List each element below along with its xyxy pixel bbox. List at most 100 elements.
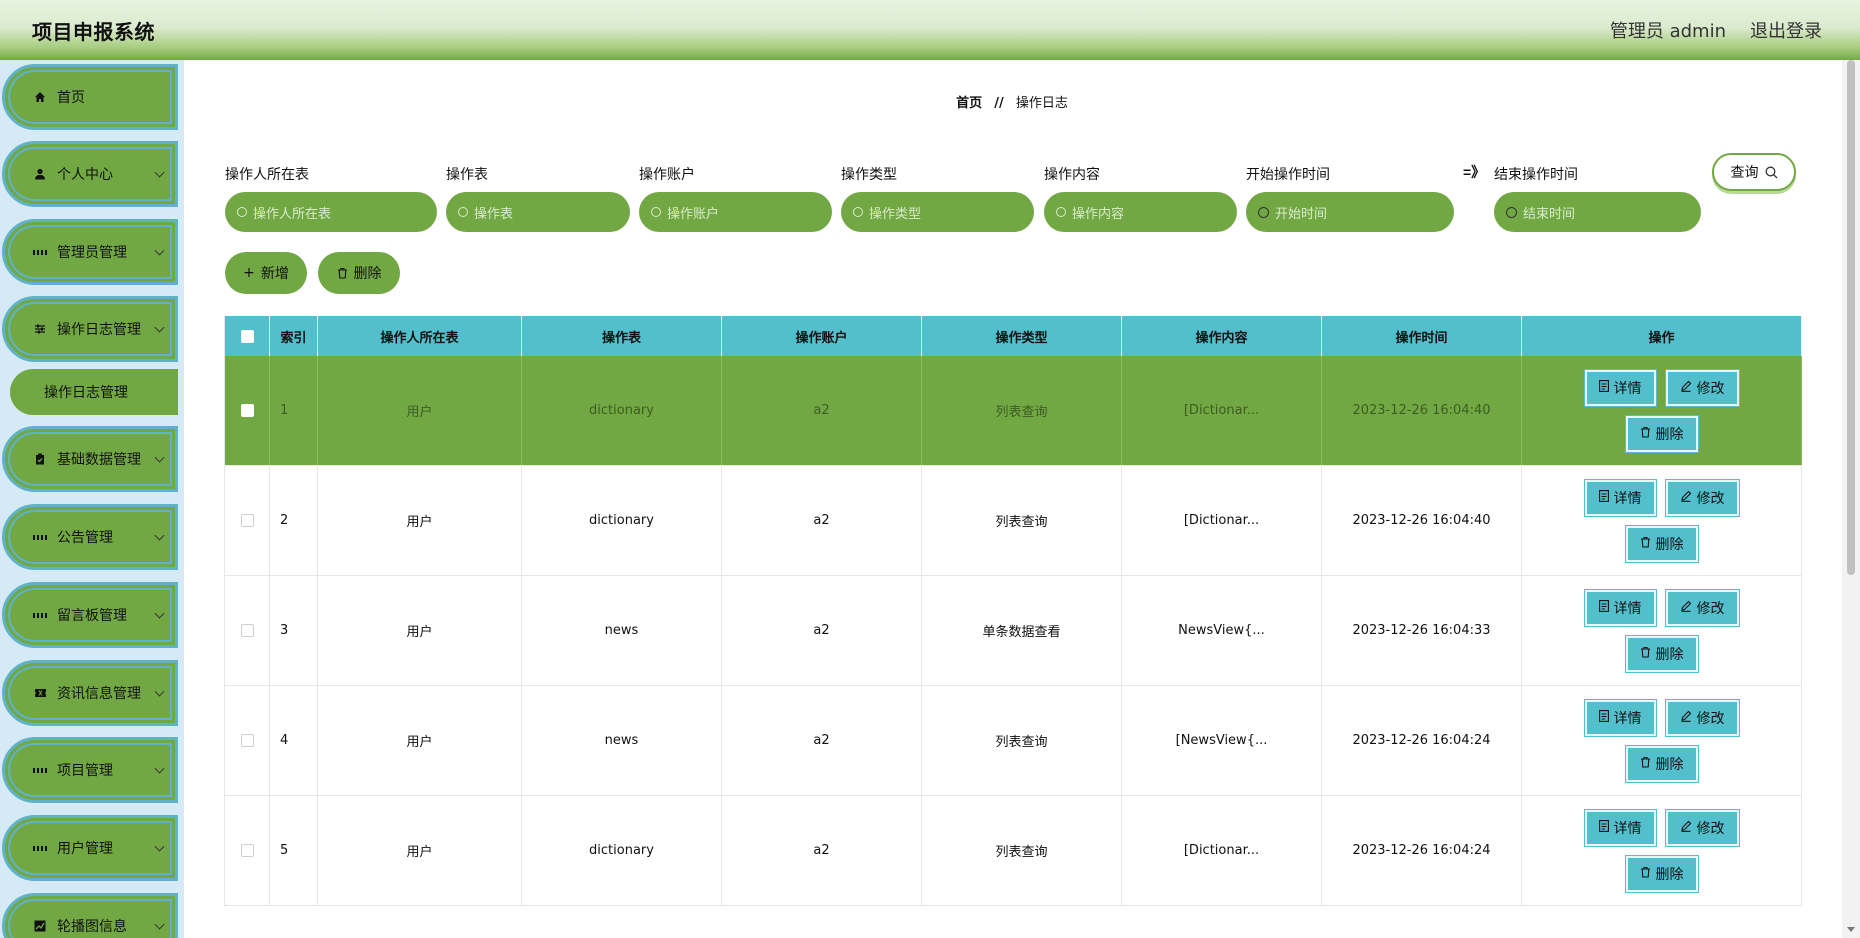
edit-button-label: 修改 [1696,380,1725,397]
filter-input-type[interactable]: 操作类型 [841,192,1034,232]
table-row[interactable]: 1 用户 dictionary a2 列表查询 [Dictionar... 2023-12-… [224,356,1802,466]
sidebar-item-profile[interactable]: 个人中心 [2,141,178,207]
cell-index: 5 [270,796,318,905]
row-checkbox[interactable] [240,404,254,417]
row-select-cell [224,686,270,795]
table-row[interactable]: 2 用户 dictionary a2 列表查询 [Dictionar... 2023-12-… [224,466,1802,576]
row-delete-button[interactable]: 删除 [1624,524,1699,563]
detail-button[interactable]: 详情 [1583,478,1657,517]
scroll-down-arrow[interactable] [1847,927,1855,932]
detail-button-label: 详情 [1613,600,1642,617]
edit-button[interactable]: 修改 [1664,478,1740,517]
batch-delete-button[interactable]: 删除 [318,252,400,294]
chevron-down-icon [154,763,165,774]
placeholder: 操作类型 [869,206,922,222]
edit-button[interactable]: 修改 [1664,808,1740,847]
table-row[interactable]: 4 用户 news a2 列表查询 [NewsView{... 2023-12-26 16:… [224,686,1802,796]
sidebar-item-users[interactable]: 用户管理 [2,815,178,881]
sidebar-item-admin[interactable]: 管理员管理 [2,219,178,285]
trash-icon [1640,426,1651,441]
edit-icon [1680,490,1692,505]
search-icon [1056,207,1066,217]
filter-label-op-table: 操作表 [446,167,488,183]
trash-icon [1640,866,1651,881]
filter-label-user-table: 操作人所在表 [225,167,309,183]
delete-button-label: 删除 [1655,756,1684,773]
row-checkbox[interactable] [240,624,254,637]
filter-label-account: 操作账户 [639,167,695,183]
table-header: 索引 操作人所在表 操作表 操作账户 操作类型 操作内容 操作时间 操作 [224,316,1802,356]
filter-label-start-time: 开始操作时间 [1246,167,1330,183]
sidebar-item-basedata[interactable]: 基础数据管理 [2,426,178,492]
cell-user-table: 用户 [318,796,522,905]
cell-actions: 详情 修改删除 [1522,576,1802,685]
search-button[interactable]: 查询 [1712,153,1796,191]
cell-actions: 详情 修改删除 [1522,466,1802,575]
column-header: 操作 [1522,316,1802,356]
grid-icon [33,841,47,855]
chart-icon [33,919,47,933]
edit-button[interactable]: 修改 [1664,698,1740,737]
chevron-down-icon [154,322,165,333]
scrollbar-thumb[interactable] [1847,60,1855,575]
select-all-checkbox[interactable] [240,329,254,343]
document-icon [1598,710,1609,725]
sliders-icon [33,322,47,336]
filter-input-content[interactable]: 操作内容 [1044,192,1237,232]
sidebar-item-home[interactable]: 首页 [2,64,178,130]
delete-button-label: 删除 [353,266,382,282]
oplog-table: 索引 操作人所在表 操作表 操作账户 操作类型 操作内容 操作时间 操作 1 用户… [224,316,1802,906]
row-checkbox[interactable] [240,844,254,857]
sidebar-item-messageboard[interactable]: 留言板管理 [2,582,178,648]
cell-index: 2 [270,466,318,575]
filter-input-start-time[interactable]: 开始时间 [1246,192,1454,232]
cell-index: 1 [270,356,318,465]
sidebar-item-carousel[interactable]: 轮播图信息 [2,893,178,938]
detail-button[interactable]: 详情 [1583,588,1657,627]
row-delete-button[interactable]: 删除 [1624,414,1699,453]
cell-time: 2023-12-26 16:04:40 [1322,466,1522,575]
ticket-icon [33,686,47,700]
cell-type: 单条数据查看 [922,576,1122,685]
placeholder: 操作账户 [667,206,720,222]
cell-content: [Dictionar... [1122,466,1322,575]
column-header: 操作类型 [922,316,1122,356]
cell-content: [Dictionar... [1122,356,1322,465]
sidebar-item-news[interactable]: 资讯信息管理 [2,660,178,726]
sidebar-item-label: 首页 [57,90,85,106]
add-button[interactable]: + 新增 [225,252,307,294]
row-delete-button[interactable]: 删除 [1624,634,1699,673]
cell-op-table: news [522,686,722,795]
breadcrumb: 首页 // 操作日志 [184,92,1840,111]
row-delete-button[interactable]: 删除 [1624,854,1699,893]
breadcrumb-home[interactable]: 首页 [956,96,982,111]
filter-input-end-time[interactable]: 结束时间 [1494,192,1701,232]
grid-icon [33,530,47,544]
table-row[interactable]: 3 用户 news a2 单条数据查看 NewsView{... 2023-12-26 16… [224,576,1802,686]
page-scrollbar[interactable] [1842,60,1860,938]
table-row[interactable]: 5 用户 dictionary a2 列表查询 [Dictionar... 2023-12-… [224,796,1802,906]
edit-button[interactable]: 修改 [1664,368,1740,407]
cell-content: NewsView{... [1122,576,1322,685]
row-checkbox[interactable] [240,514,254,527]
filter-input-op-table[interactable]: 操作表 [446,192,630,232]
logout-link[interactable]: 退出登录 [1750,17,1822,43]
filter-input-user-table[interactable]: 操作人所在表 [225,192,437,232]
sidebar-item-oplog[interactable]: 操作日志管理 [2,296,178,362]
main-content: 首页 // 操作日志 操作人所在表 操作人所在表 操作表 操作表 操作账户 操作… [184,60,1840,938]
sidebar-item-project[interactable]: 项目管理 [2,737,178,803]
detail-button[interactable]: 详情 [1583,698,1657,737]
detail-button[interactable]: 详情 [1583,368,1657,407]
cell-content: [NewsView{... [1122,686,1322,795]
sidebar-item-notice[interactable]: 公告管理 [2,504,178,570]
search-icon [458,207,468,217]
detail-button[interactable]: 详情 [1583,808,1657,847]
breadcrumb-current: 操作日志 [1015,96,1068,111]
sidebar-subitem-oplog[interactable]: 操作日志管理 [10,369,178,415]
edit-button[interactable]: 修改 [1664,588,1740,627]
cell-account: a2 [722,576,922,685]
filter-input-account[interactable]: 操作账户 [639,192,832,232]
document-icon [1598,820,1609,835]
row-checkbox[interactable] [240,734,254,747]
row-delete-button[interactable]: 删除 [1624,744,1699,783]
